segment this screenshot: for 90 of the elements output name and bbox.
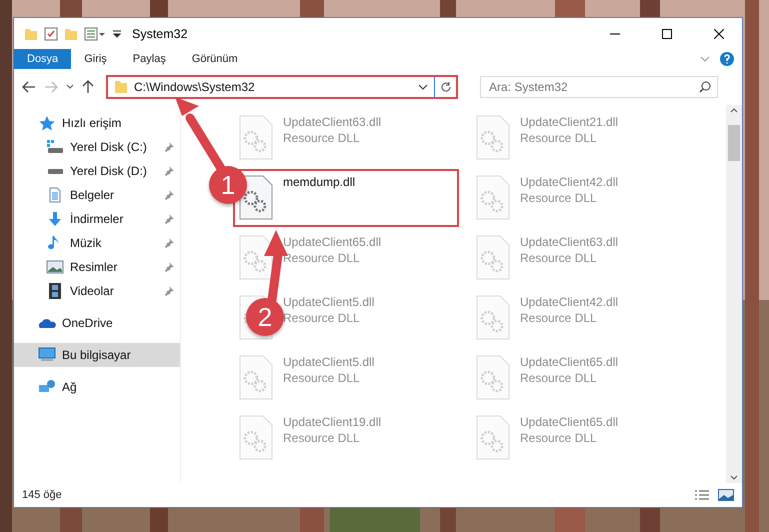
file-icon [239, 415, 273, 460]
scroll-down-icon[interactable] [730, 475, 738, 481]
file-icon [239, 115, 273, 160]
nav-label: Yerel Disk (D:) [70, 164, 148, 178]
pin-icon [164, 214, 174, 224]
pin-icon [164, 262, 174, 272]
nav-label: Belgeler [70, 188, 116, 202]
nav-item[interactable]: Bu bilgisayar [14, 343, 180, 367]
ribbon-tab[interactable]: Paylaş [120, 49, 179, 69]
film-icon [46, 283, 64, 299]
nav-item[interactable]: İndirmeler [14, 207, 180, 231]
search-field[interactable]: Ara: System32 [480, 76, 718, 98]
star-icon [38, 115, 56, 131]
search-icon [699, 81, 711, 93]
file-type: Resource DLL [283, 431, 361, 445]
file-icon [239, 355, 273, 400]
pin-icon [164, 238, 174, 248]
nav-label: OneDrive [62, 316, 114, 330]
nav-label: Resimler [70, 260, 118, 274]
file-type: Resource DLL [283, 131, 361, 145]
file-icon [476, 175, 510, 220]
file-icon [476, 355, 510, 400]
view-icon [84, 26, 106, 40]
nav-item[interactable]: Yerel Disk (D:) [14, 159, 180, 183]
nav-item[interactable]: Müzik [14, 231, 180, 255]
file-type: Resource DLL [283, 371, 361, 385]
file-icon [239, 235, 273, 280]
folder-icon [64, 26, 78, 40]
file-type: Resource DLL [283, 251, 361, 265]
nav-label: Yerel Disk (C:) [70, 140, 148, 154]
nav-item[interactable]: Yerel Disk (C:) [14, 135, 180, 159]
nav-label: Videolar [70, 284, 115, 298]
folder-icon [24, 26, 38, 40]
nav-item[interactable]: Hızlı erişim [14, 111, 180, 135]
nav-item[interactable]: Videolar [14, 279, 180, 303]
ribbon-tab[interactable]: Giriş [71, 49, 120, 69]
help-icon [720, 52, 734, 66]
file-type: Resource DLL [520, 371, 598, 385]
file-type: Resource DLL [520, 251, 598, 265]
recent-button[interactable] [66, 84, 74, 90]
nav-item[interactable]: OneDrive [14, 311, 180, 335]
address-bar[interactable]: C:\Windows\System32 [106, 75, 458, 99]
ribbon-tab[interactable]: Dosya [14, 49, 72, 69]
nav-label: Bu bilgisayar [62, 348, 132, 362]
nav-label: Ağ [62, 380, 78, 394]
file-icon [239, 175, 273, 220]
file-type: Resource DLL [520, 191, 598, 205]
ribbon-tab[interactable]: Görünüm [178, 49, 251, 69]
pin-icon [164, 190, 174, 200]
file-type: Resource DLL [520, 431, 598, 445]
download-icon [46, 211, 64, 227]
scrollbar[interactable] [726, 105, 742, 483]
nav-label: Hızlı erişim [62, 116, 122, 130]
address-path: C:\Windows\System32 [134, 80, 256, 94]
file-icon [476, 415, 510, 460]
nav-item[interactable]: Ağ [14, 375, 180, 399]
scroll-up-icon[interactable] [730, 107, 738, 113]
item-count: 145 öğe [22, 489, 63, 501]
drive-icon [48, 168, 62, 174]
thumbnail-view-icon [718, 489, 734, 501]
maximize-icon [662, 28, 672, 38]
pin-icon [164, 286, 174, 296]
back-button[interactable] [22, 81, 36, 93]
image-icon [46, 259, 64, 275]
file-name[interactable]: memdump.dll [283, 175, 356, 189]
nav-item[interactable]: Belgeler [14, 183, 180, 207]
nav-item[interactable]: Resimler [14, 255, 180, 279]
pin-icon [164, 142, 174, 152]
file-icon [476, 115, 510, 160]
pin-icon [164, 166, 174, 176]
computer-icon [38, 347, 56, 363]
expand-icon [700, 56, 710, 62]
file-type: Resource DLL [520, 131, 598, 145]
refresh-icon [440, 81, 452, 93]
file-type: Resource DLL [283, 311, 361, 325]
file-type: Resource DLL [520, 311, 598, 325]
folder-icon [114, 80, 128, 94]
file-icon [476, 295, 510, 340]
close-icon [714, 28, 724, 38]
nav-label: İndirmeler [70, 212, 124, 226]
window-title: System32 [132, 26, 189, 40]
up-button[interactable] [82, 80, 94, 94]
file-icon [476, 235, 510, 280]
nav-label: Müzik [70, 236, 102, 250]
chevron-down-icon [418, 84, 428, 90]
details-view-icon [694, 489, 710, 501]
drive-icon [46, 139, 64, 155]
properties-icon [44, 26, 58, 40]
network-icon [38, 379, 56, 395]
scrollbar-thumb[interactable] [728, 125, 740, 161]
